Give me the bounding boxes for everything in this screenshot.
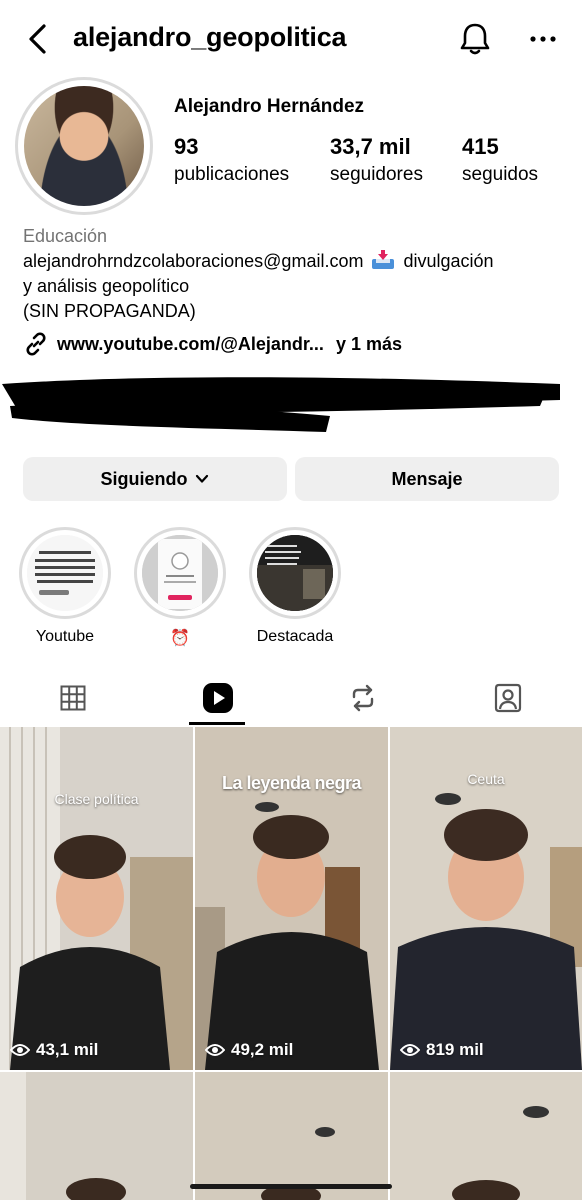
reel-views-count: 49,2 mil (231, 1040, 294, 1059)
stat-followers-label: seguidores (330, 164, 423, 185)
bio-line-3: (SIN PROPAGANDA) (23, 301, 196, 321)
reel-thumbnail[interactable] (0, 1072, 193, 1200)
reel-views-count: 43,1 mil (36, 1040, 99, 1059)
profile-link-text[interactable]: www.youtube.com/@Alejandr... (57, 334, 324, 355)
stat-following-label: seguidos (462, 164, 539, 185)
top-bar: alejandro_geopolitica (0, 0, 582, 78)
bio-email[interactable]: alejandrohrndzcolaboraciones@gmail.com (23, 251, 363, 271)
stat-followers[interactable]: 33,7 mil seguidores (330, 134, 423, 186)
message-button[interactable]: Mensaje (295, 457, 559, 501)
reel-preview-image (0, 1072, 193, 1200)
home-indicator (190, 1184, 392, 1189)
highlight-youtube[interactable]: Youtube (19, 527, 111, 646)
tab-reposts[interactable] (290, 670, 435, 726)
eye-icon (205, 1044, 225, 1056)
reel-thumbnail[interactable] (195, 1072, 388, 1200)
highlight-label: Youtube (35, 628, 95, 645)
highlight-thumbnail (257, 535, 333, 611)
profile-link-row[interactable]: www.youtube.com/@Alejandr... y 1 más (23, 331, 402, 357)
bell-icon[interactable] (456, 20, 494, 58)
profile-category: Educación (23, 226, 108, 246)
eye-icon (10, 1044, 30, 1056)
highlight-thumbnail (142, 535, 218, 611)
reel-thumbnail[interactable] (390, 1072, 582, 1200)
tab-posts-grid[interactable] (0, 670, 145, 726)
stat-posts-label: publicaciones (174, 164, 290, 185)
reel-preview-image (390, 1072, 582, 1200)
reels-grid: Clase política 43,1 mil La leyenda negra… (0, 727, 582, 1200)
profile-link-more[interactable]: y 1 más (336, 334, 402, 355)
highlight-thumbnail (27, 535, 103, 611)
link-icon (26, 332, 46, 356)
reel-caption: Clase política (54, 791, 139, 807)
profile-tabs (0, 670, 582, 726)
reel-views: 49,2 mil (205, 1040, 293, 1060)
active-tab-indicator (189, 722, 245, 725)
highlight-alarm-preview (142, 535, 218, 611)
profile-username: alejandro_geopolitica (73, 22, 347, 52)
stat-followers-count: 33,7 mil (330, 134, 411, 159)
tab-tagged[interactable] (435, 670, 580, 726)
reel-preview-image (0, 727, 193, 1070)
highlight-ring (249, 527, 341, 619)
more-options-icon[interactable] (526, 26, 560, 52)
reel-caption: Ceuta (467, 771, 505, 787)
reel-thumbnail[interactable]: La leyenda negra 49,2 mil (195, 727, 388, 1070)
reels-icon (202, 683, 233, 713)
profile-full-name: Alejandro Hernández (174, 96, 365, 117)
highlight-label: Destacada (256, 628, 334, 645)
reel-views-count: 819 mil (426, 1040, 484, 1059)
reposts-icon (352, 684, 373, 712)
message-button-label: Mensaje (391, 468, 463, 489)
highlight-alarm[interactable]: ⏰ (134, 527, 226, 648)
highlight-ring (134, 527, 226, 619)
following-button-label: Siguiendo (100, 468, 188, 489)
bio-line-1-tail: divulgación (403, 251, 494, 271)
bio-line-2: y análisis geopolítico (23, 276, 190, 296)
stat-following-count: 415 (462, 134, 499, 159)
reel-thumbnail[interactable]: Clase política 43,1 mil (0, 727, 193, 1070)
stat-posts: 93 publicaciones (174, 134, 289, 186)
bio-line-1: alejandrohrndzcolaboraciones@gmail.com d… (23, 249, 563, 274)
reel-views: 819 mil (400, 1040, 484, 1060)
stat-following[interactable]: 415 seguidos (462, 134, 538, 186)
tab-reels[interactable] (145, 670, 290, 726)
highlight-destacada[interactable]: Destacada (249, 527, 341, 646)
profile-avatar (24, 86, 144, 206)
reel-thumbnail[interactable]: Ceuta 819 mil (390, 727, 582, 1070)
highlight-label: ⏰ (170, 630, 190, 647)
highlight-destacada-preview (257, 535, 333, 611)
chevron-down-icon (195, 474, 208, 483)
highlight-youtube-preview (27, 535, 103, 611)
back-arrow-icon[interactable] (24, 22, 54, 56)
reel-views: 43,1 mil (10, 1040, 98, 1060)
reel-preview-image (195, 1072, 388, 1200)
reel-caption: La leyenda negra (221, 773, 362, 793)
grid-icon (60, 685, 85, 711)
eye-icon (400, 1044, 420, 1056)
profile-avatar-ring[interactable] (15, 77, 153, 215)
redaction-scribble (2, 377, 560, 432)
inbox-tray-icon (372, 250, 395, 269)
profile-bio: Educación alejandrohrndzcolaboraciones@g… (23, 224, 563, 324)
highlight-ring (19, 527, 111, 619)
following-button[interactable]: Siguiendo (23, 457, 287, 501)
stat-posts-count: 93 (174, 134, 199, 159)
tagged-icon (494, 683, 521, 713)
